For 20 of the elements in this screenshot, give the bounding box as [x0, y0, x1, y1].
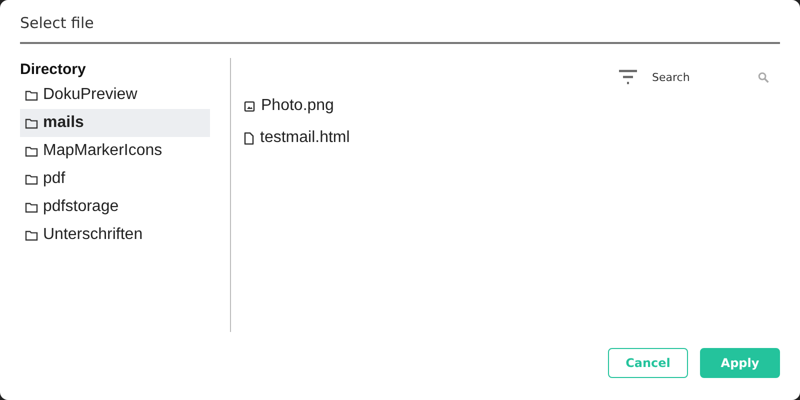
folder-icon: [25, 202, 38, 212]
filter-icon[interactable]: [618, 69, 638, 85]
folder-item[interactable]: pdf: [20, 165, 210, 193]
directory-heading: Directory: [20, 61, 87, 78]
folder-icon: [25, 90, 38, 100]
folder-icon: [25, 118, 38, 128]
folder-icon: [25, 230, 38, 240]
search-icon: [758, 72, 769, 82]
folder-icon: [25, 174, 38, 184]
dialog-title: Select file: [20, 14, 780, 44]
folder-item[interactable]: MapMarkerIcons: [20, 137, 210, 165]
folder-item[interactable]: DokuPreview: [20, 81, 210, 109]
image-icon: [244, 100, 255, 112]
folder-item[interactable]: pdfstorage: [20, 193, 210, 221]
folder-item[interactable]: mails: [20, 109, 210, 137]
file-item[interactable]: testmail.html: [244, 122, 780, 154]
file-icon: [244, 132, 254, 144]
folder-item[interactable]: Unterschriften: [20, 221, 210, 249]
folder-icon: [25, 146, 38, 156]
file-item[interactable]: Photo.png: [244, 90, 780, 122]
